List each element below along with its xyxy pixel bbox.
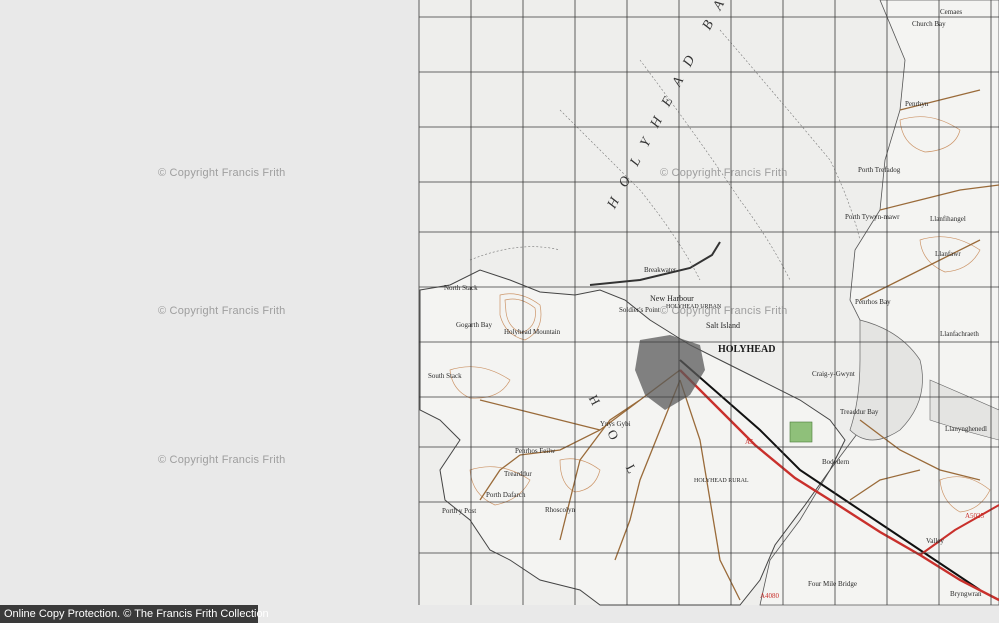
place-label: Porth Dafarch — [486, 491, 526, 499]
place-label: Llanfihangel — [930, 215, 966, 223]
watermark: © Copyright Francis Frith — [158, 167, 286, 179]
place-label: Trearddur — [504, 470, 532, 478]
watermark: © Copyright Francis Frith — [660, 167, 788, 179]
place-label: Ynys Gybi — [600, 420, 631, 428]
place-label: Penrhos Feilw — [515, 447, 556, 455]
place-label: Treaddur Bay — [840, 408, 879, 416]
place-label: Porth y Post — [442, 507, 477, 515]
town-label-holyhead-rural: HOLYHEAD RURAL — [694, 478, 749, 484]
place-label: Valley — [926, 537, 944, 545]
place-label: South Stack — [428, 372, 462, 380]
place-label: Llanynghenedl — [945, 425, 987, 433]
place-label: Bodedern — [822, 458, 850, 466]
place-label: Bryngwran — [950, 590, 982, 598]
place-label: Soldier's Point — [619, 306, 660, 314]
place-label-new-harbour: New Harbour — [650, 294, 694, 303]
place-label: North Stack — [444, 284, 478, 292]
copy-protection-footer: Online Copy Protection. © The Francis Fr… — [0, 605, 269, 623]
place-label: Four Mile Bridge — [808, 580, 857, 588]
place-label: Church Bay — [912, 20, 946, 28]
road-number-label: A5 — [745, 438, 754, 446]
watermark: © Copyright Francis Frith — [158, 454, 286, 466]
map-canvas[interactable] — [0, 0, 999, 623]
place-label: Porth Tywyn-mawr — [845, 213, 900, 221]
place-label: Llanfachraeth — [940, 330, 979, 338]
town-label-holyhead: HOLYHEAD — [718, 344, 776, 355]
place-label: Llanfawr — [935, 250, 961, 258]
woodland-patch — [789, 421, 813, 443]
road-number-label: A4080 — [760, 592, 780, 600]
place-label: Breakwater — [644, 266, 677, 274]
watermark: © Copyright Francis Frith — [158, 305, 286, 317]
road-number-label: A5025 — [965, 512, 985, 520]
place-label: Gogarth Bay — [456, 321, 492, 329]
place-label: Penrhos Bay — [855, 298, 891, 306]
watermark: © Copyright Francis Frith — [660, 305, 788, 317]
place-label: Holyhead Mountain — [504, 328, 561, 336]
place-label: Cemaes — [940, 8, 963, 16]
place-label: Craig-y-Gwynt — [812, 370, 855, 378]
place-label-salt-island: Salt Island — [706, 321, 740, 330]
place-label: Penrhyn — [905, 100, 929, 108]
place-label: Rhoscolyn — [545, 506, 575, 514]
place-label: Porth Trefadog — [858, 166, 901, 174]
